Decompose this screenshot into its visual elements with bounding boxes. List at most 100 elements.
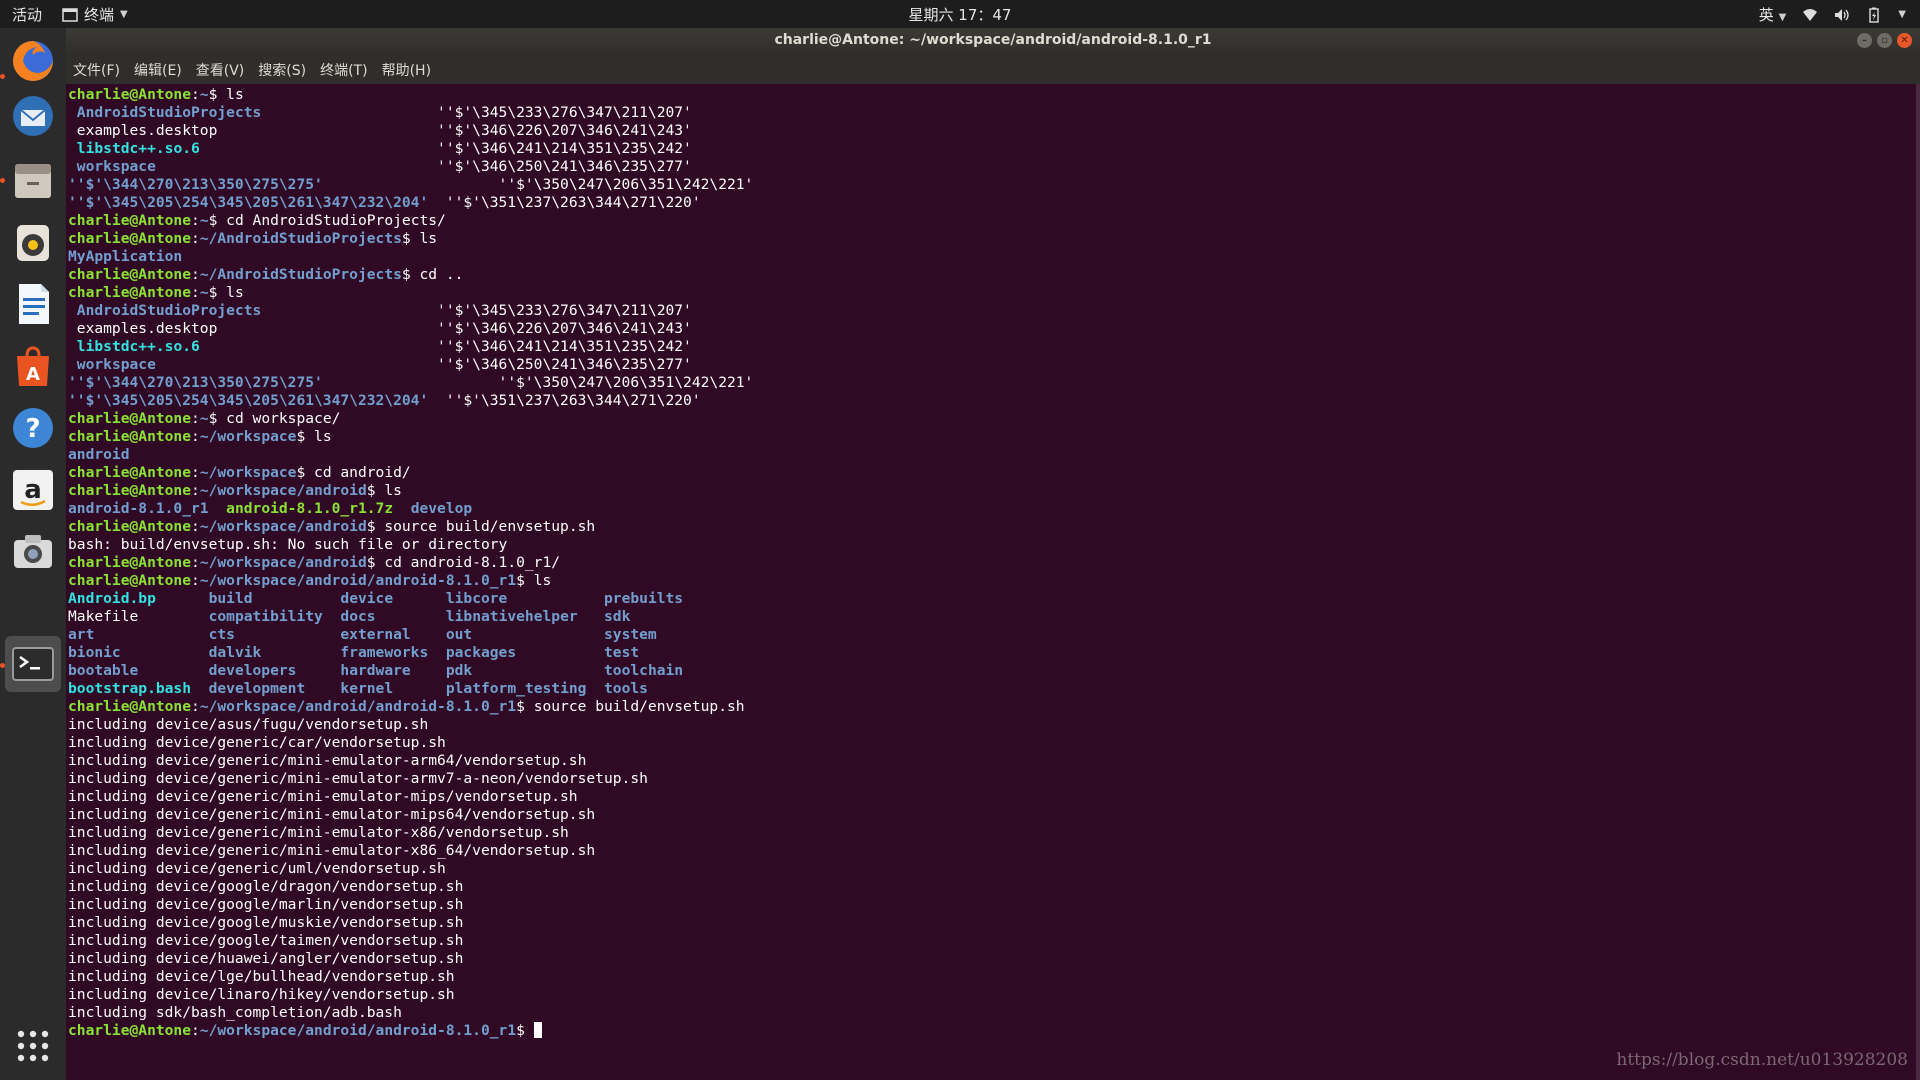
terminal-line: workspace ''$'\346\250\241\346\235\277' [68,158,753,176]
terminal-line: charlie@Antone:~$ ls [68,284,753,302]
terminal-line: including device/asus/fugu/vendorsetup.s… [68,716,753,734]
amazon-icon[interactable]: a [5,462,61,518]
prompt-path: ~ [199,212,209,229]
menu-file[interactable]: 文件(F) [66,60,127,80]
terminal-text: test [604,644,640,661]
prompt-path: ~/workspace/android/android-8.1.0_r1 [199,1022,517,1039]
prompt-user: charlie@Antone [68,1022,192,1039]
input-method-indicator[interactable]: 英 ▼ [1759,4,1787,25]
prompt-path: ~/workspace/android [199,482,367,499]
terminal-text: bash: build/envsetup.sh: No such file or… [68,536,508,553]
terminal-text: workspace [76,356,156,373]
terminal-icon[interactable] [5,636,61,692]
terminal-text: ''$'\344\270\213\350\275\275' [68,374,323,391]
svg-text:a: a [24,475,42,505]
terminal-text: : [191,86,200,103]
terminal-text: bionic [68,644,121,661]
terminal-text: cts [208,626,235,643]
libreoffice-writer-icon[interactable] [5,276,61,332]
menu-search[interactable]: 搜索(S) [251,60,313,80]
terminal-text: $ cd android/ [296,464,411,481]
terminal-text: $ source build/envsetup.sh [516,698,745,715]
terminal-text: libnativehelper [445,608,578,625]
prompt-user: charlie@Antone [68,284,192,301]
menubar: 文件(F) 编辑(E) 查看(V) 搜索(S) 终端(T) 帮助(H) [66,55,1920,84]
prompt-user: charlie@Antone [68,698,192,715]
terminal-text: build [208,590,253,607]
menu-view[interactable]: 查看(V) [189,60,252,80]
terminal-text: $ ls [208,284,244,301]
menu-edit[interactable]: 编辑(E) [127,60,189,80]
terminal-text: hardware [340,662,411,679]
terminal-text: : [191,284,200,301]
terminal-text: $ source build/envsetup.sh [366,518,596,535]
terminal-text: : [191,410,200,427]
thunderbird-icon[interactable] [5,88,61,144]
terminal-line: charlie@Antone:~$ cd workspace/ [68,410,753,428]
terminal-text: ''$'\351\237\263\344\271\220' [428,392,701,409]
firefox-icon[interactable] [5,33,61,89]
terminal-text: including device/generic/mini-emulator-a… [68,752,587,769]
terminal-text: external [340,626,411,643]
terminal-text: pdk [445,662,473,679]
minimize-button[interactable]: – [1857,33,1872,48]
terminal-text: including device/generic/mini-emulator-x… [68,842,596,859]
files-icon[interactable] [5,152,61,208]
terminal-text: prebuilts [604,590,684,607]
activities-button[interactable]: 活动 [12,4,42,25]
clock[interactable]: 星期六 17：47 [909,6,1012,24]
terminal-scrollbar[interactable] [1916,84,1920,1080]
svg-text:A: A [26,364,40,385]
terminal-line: AndroidStudioProjects ''$'\345\233\276\3… [68,104,753,122]
terminal-text: develop [410,500,473,517]
menu-terminal[interactable]: 终端(T) [313,60,374,80]
maximize-button[interactable]: ▫ [1877,33,1892,48]
terminal-text: AndroidStudioProjects [76,104,262,121]
menu-help[interactable]: 帮助(H) [375,60,438,80]
terminal-text: including device/generic/uml/vendorsetup… [68,860,446,877]
terminal-line: charlie@Antone:~$ cd AndroidStudioProjec… [68,212,753,230]
terminal-text: $ ls [366,482,402,499]
app-menu[interactable]: 终端 ▼ [62,4,128,25]
terminal-line: libstdc++.so.6 ''$'\346\241\214\351\235\… [68,140,753,158]
terminal-view[interactable]: charlie@Antone:~$ ls AndroidStudioProjec… [66,84,1920,1080]
app-grid-icon[interactable] [5,1018,61,1074]
prompt-user: charlie@Antone [68,464,192,481]
rhythmbox-icon[interactable] [5,215,61,271]
terminal-text: development [208,680,306,697]
system-tray[interactable]: 英 ▼ ▼ [1759,4,1906,25]
terminal-text: : [191,1022,200,1039]
terminal-line: bootstrap.bash development kernel platfo… [68,680,753,698]
terminal-text: $ cd .. [401,266,464,283]
prompt-user: charlie@Antone [68,212,192,229]
prompt-user: charlie@Antone [68,230,192,247]
prompt-path: ~/AndroidStudioProjects [199,230,402,247]
terminal-line: including device/generic/mini-emulator-m… [68,806,753,824]
prompt-path: ~/workspace [199,428,297,445]
help-icon[interactable]: ? [5,400,61,456]
screenshot-icon[interactable] [5,524,61,580]
terminal-text: $ [516,1022,534,1039]
close-button[interactable]: ✕ [1897,33,1912,48]
terminal-line: charlie@Antone:~/workspace$ ls [68,428,753,446]
window-titlebar[interactable]: charlie@Antone: ~/workspace/android/andr… [66,28,1920,55]
terminal-text: android-8.1.0_r1 [68,500,209,517]
prompt-user: charlie@Antone [68,266,192,283]
prompt-path: ~/workspace/android/android-8.1.0_r1 [199,698,517,715]
terminal-text: ''$'\345\233\276\347\211\207' [261,302,692,319]
ubuntu-software-icon[interactable]: A [5,338,61,394]
terminal-text: : [191,554,200,571]
terminal-text: ''$'\346\241\214\351\235\242' [199,338,692,355]
terminal-line: charlie@Antone:~/workspace/android/andro… [68,1022,753,1040]
